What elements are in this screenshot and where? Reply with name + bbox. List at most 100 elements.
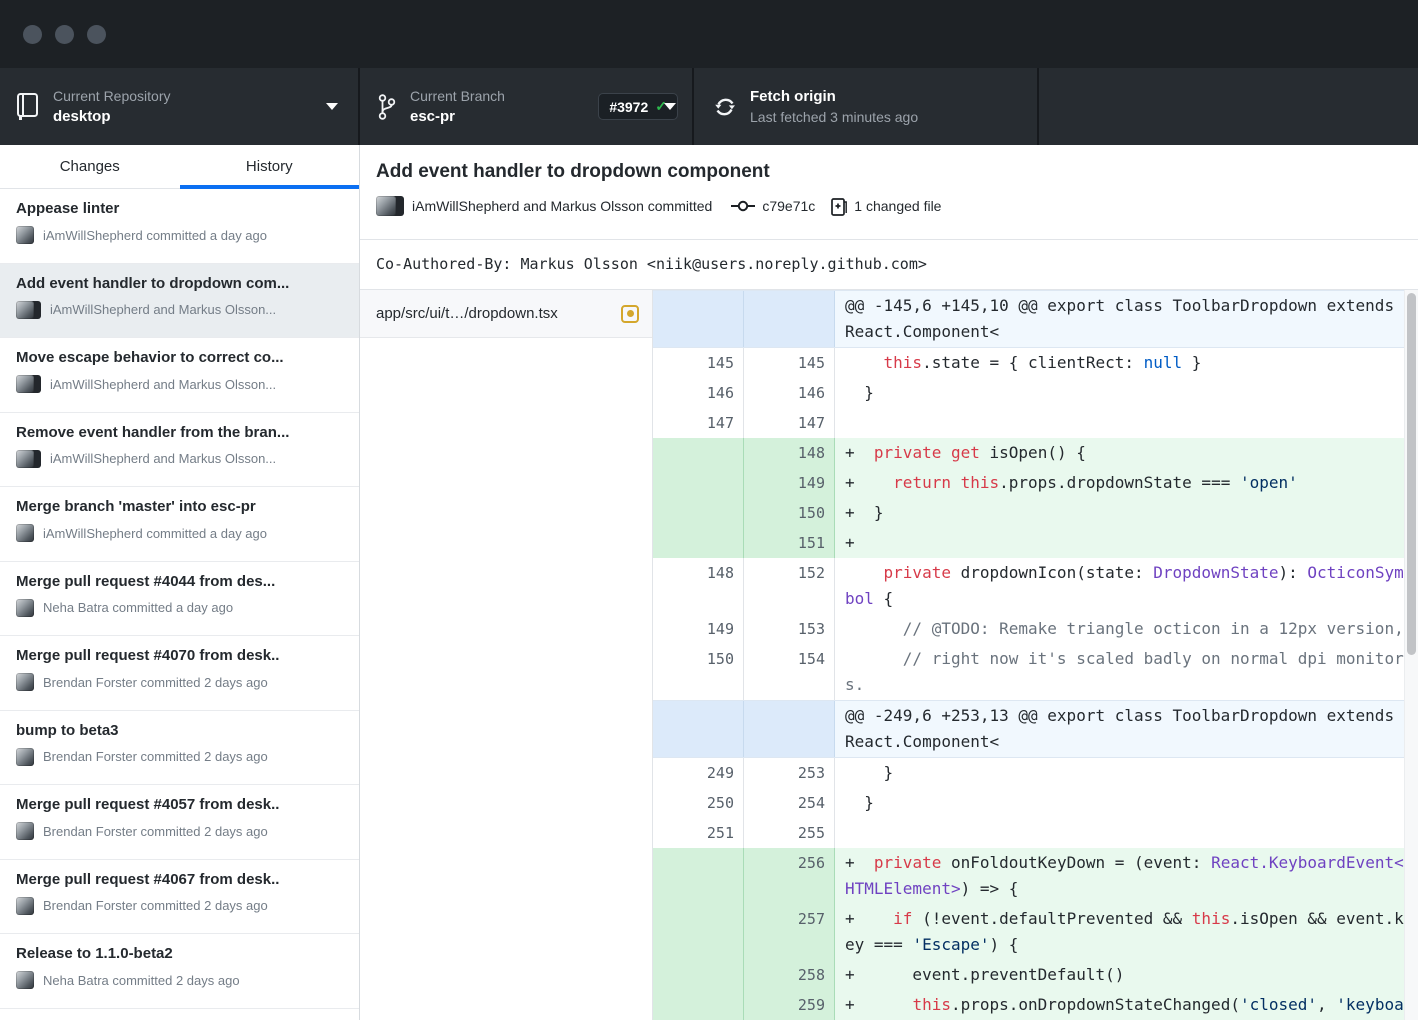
commit-row-meta-text: Brendan Forster committed 2 days ago — [43, 749, 268, 764]
diff-old-line-number — [653, 291, 744, 347]
diff-code-line: private dropdownIcon(state: DropdownStat… — [835, 558, 1418, 614]
minimize-window-button[interactable] — [55, 25, 74, 44]
tab-history[interactable]: History — [180, 145, 360, 188]
diff-new-line-number — [744, 701, 835, 757]
diff-new-line-number: 259 — [744, 990, 835, 1020]
file-row[interactable]: app/src/ui/t…/dropdown.tsx — [360, 290, 652, 338]
current-branch-label: Current Branch — [410, 88, 505, 105]
commit-row[interactable]: Merge pull request #4071 from d... — [0, 1009, 359, 1020]
commit-row[interactable]: Merge pull request #4044 from des... Neha… — [0, 562, 359, 637]
fetch-origin-button[interactable]: Fetch origin Last fetched 3 minutes ago — [694, 68, 1039, 145]
commit-row[interactable]: Merge pull request #4067 from desk..Bren… — [0, 860, 359, 935]
diff-new-line-number: 152 — [744, 558, 835, 614]
diff-old-line-number: 145 — [653, 348, 744, 378]
pr-number: #3972 — [609, 99, 648, 115]
diff-new-line-number: 149 — [744, 468, 835, 498]
diff-row: @@ -249,6 +253,13 @@ export class Toolba… — [653, 700, 1418, 758]
changed-files-count: 1 changed file — [854, 198, 941, 214]
commit-row-meta-text: iAmWillShepherd committed a day ago — [43, 228, 267, 243]
commit-row-meta: iAmWillShepherd and Markus Olsson... — [16, 375, 343, 393]
diff-code-line: + private onFoldoutKeyDown = (event: Rea… — [835, 848, 1418, 904]
current-repository-button[interactable]: Current Repository desktop — [0, 68, 360, 145]
diff-row: 150154 // right now it's scaled badly on… — [653, 644, 1418, 700]
diff-old-line-number: 149 — [653, 614, 744, 644]
scrollbar-track[interactable] — [1404, 290, 1418, 1020]
toolbar: Current Repository desktop Current Branc… — [0, 68, 1418, 145]
commit-row-meta: Neha Batra committed 2 days ago — [16, 971, 343, 989]
commit-row-title: Merge pull request #4067 from desk.. — [16, 868, 343, 890]
diff-new-line-number: 145 — [744, 348, 835, 378]
diff-old-line-number — [653, 498, 744, 528]
commit-row-meta-text: iAmWillShepherd committed a day ago — [43, 526, 267, 541]
avatar — [16, 375, 41, 393]
diff-code-line: + } — [835, 498, 1418, 528]
close-window-button[interactable] — [23, 25, 42, 44]
current-branch-button[interactable]: Current Branch esc-pr #3972 ✓ — [360, 68, 694, 145]
diff-old-line-number: 249 — [653, 758, 744, 788]
avatar — [16, 673, 34, 691]
commit-row[interactable]: Release to 1.1.0-beta2Neha Batra committ… — [0, 934, 359, 1009]
commit-row-meta-text: Neha Batra committed 2 days ago — [43, 973, 240, 988]
diff-old-line-number: 251 — [653, 818, 744, 848]
commit-row[interactable]: Add event handler to dropdown com...iAmW… — [0, 264, 359, 339]
current-branch-value: esc-pr — [410, 108, 505, 126]
diff-row: 249253 } — [653, 758, 1418, 788]
fetch-origin-subtitle: Last fetched 3 minutes ago — [750, 109, 918, 126]
diff-new-line-number: 154 — [744, 644, 835, 700]
commit-list: Appease linteriAmWillShepherd committed … — [0, 189, 359, 1020]
commit-row[interactable]: Merge pull request #4070 from desk..Bren… — [0, 636, 359, 711]
sidebar-tabs: Changes History — [0, 145, 359, 189]
commit-row-meta-text: Neha Batra committed a day ago — [43, 600, 233, 615]
diff-row: 146146 } — [653, 378, 1418, 408]
diff-new-line-number: 147 — [744, 408, 835, 438]
diff-new-line-number: 150 — [744, 498, 835, 528]
avatar-image — [16, 375, 34, 393]
diff-old-line-number — [653, 528, 744, 558]
commit-row[interactable]: Remove event handler from the bran...iAm… — [0, 413, 359, 488]
diff-old-line-number — [653, 960, 744, 990]
avatar — [16, 748, 34, 766]
diff-new-line-number: 256 — [744, 848, 835, 904]
current-repository-label: Current Repository — [53, 88, 171, 105]
avatar-image — [16, 599, 34, 617]
diff-code-line: + event.preventDefault() — [835, 960, 1418, 990]
avatar-image — [16, 971, 34, 989]
diff-code-line: } — [835, 758, 1418, 788]
diff-row: 257+ if (!event.defaultPrevented && this… — [653, 904, 1418, 960]
commit-detail-pane: Add event handler to dropdown component … — [360, 145, 1418, 1020]
diff-row: 149153 // @TODO: Remake triangle octicon… — [653, 614, 1418, 644]
commit-row[interactable]: Merge pull request #4057 from desk..Bren… — [0, 785, 359, 860]
diff-old-line-number — [653, 438, 744, 468]
commit-row[interactable]: bump to beta3Brendan Forster committed 2… — [0, 711, 359, 786]
commit-row-title: Remove event handler from the bran... — [16, 421, 343, 443]
avatar — [16, 450, 41, 468]
commit-row[interactable]: Move escape behavior to correct co...iAm… — [0, 338, 359, 413]
diff-old-line-number: 250 — [653, 788, 744, 818]
avatar — [16, 897, 34, 915]
diff-code-line: this.state = { clientRect: null } — [835, 348, 1418, 378]
diff-code-line: @@ -249,6 +253,13 @@ export class Toolba… — [835, 701, 1418, 757]
diff-row: 151+ — [653, 528, 1418, 558]
avatar — [16, 524, 34, 542]
commit-title: Add event handler to dropdown component — [376, 160, 1402, 184]
diff-new-line-number: 146 — [744, 378, 835, 408]
git-commit-icon — [731, 199, 755, 213]
avatar — [16, 226, 34, 244]
zoom-window-button[interactable] — [87, 25, 106, 44]
commit-row-meta: Brendan Forster committed 2 days ago — [16, 748, 343, 766]
diff-new-line-number: 255 — [744, 818, 835, 848]
diff-code-line: } — [835, 378, 1418, 408]
commit-sha[interactable]: c79e71c — [762, 198, 815, 214]
commit-row[interactable]: Merge branch 'master' into esc-priAmWill… — [0, 487, 359, 562]
scrollbar-thumb[interactable] — [1407, 293, 1416, 655]
commit-description: Co-Authored-By: Markus Olsson <niik@user… — [360, 240, 1418, 290]
diff-row: 258+ event.preventDefault() — [653, 960, 1418, 990]
commit-row-title: Merge pull request #4044 from des... — [16, 570, 343, 592]
commit-header: Add event handler to dropdown component … — [360, 145, 1418, 240]
commit-row[interactable]: Appease linteriAmWillShepherd committed … — [0, 189, 359, 264]
tab-changes[interactable]: Changes — [0, 145, 180, 188]
avatar-image — [16, 673, 34, 691]
avatar-image — [16, 748, 34, 766]
commit-row-meta-text: iAmWillShepherd and Markus Olsson... — [50, 377, 276, 392]
diff-code-line — [835, 818, 1418, 848]
